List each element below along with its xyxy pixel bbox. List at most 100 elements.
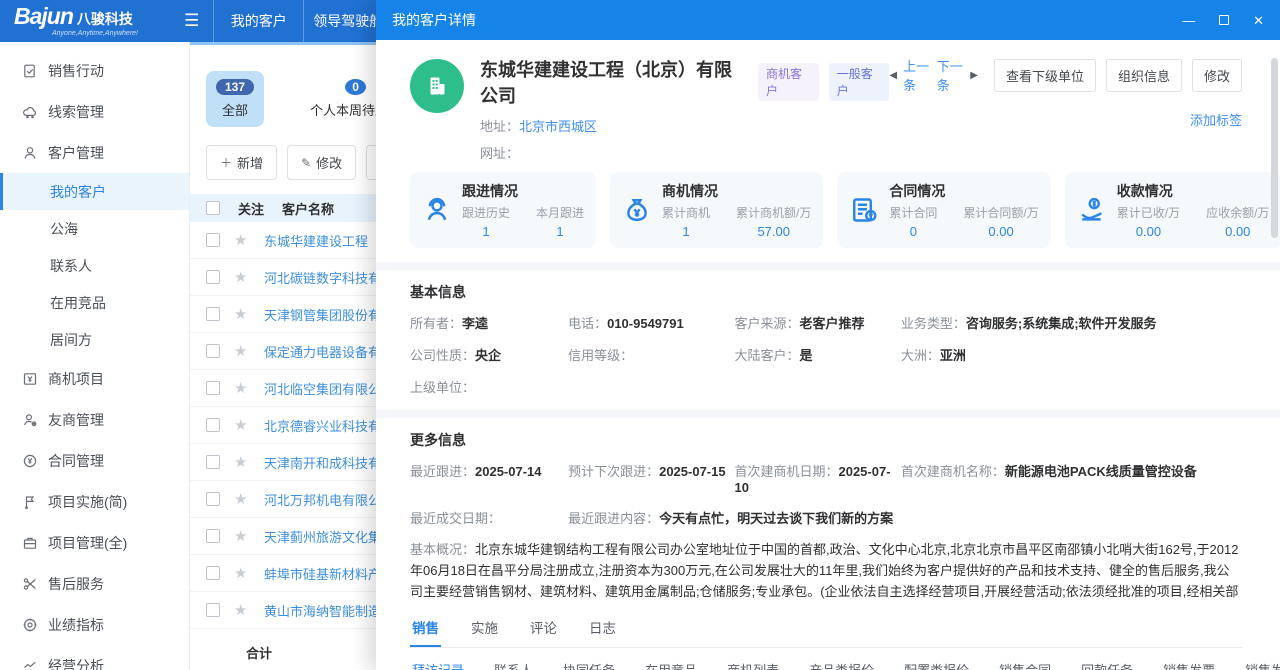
subtab-config-quotes[interactable]: 配置类报价 <box>902 650 971 670</box>
subtab-opportunity-list[interactable]: 商机列表 <box>725 650 781 670</box>
list-toolbar: ＋新增 ✎修改 ✕删除 <box>190 127 376 180</box>
sidebar-subitem-intermediary[interactable]: 居间方 <box>0 321 189 358</box>
last-followup-content-value: 今天有点忙，明天过去谈下我们新的方案 <box>659 511 893 526</box>
sidebar-subitem-public-pool[interactable]: 公海 <box>0 210 189 247</box>
sidebar-item-after-sales[interactable]: 售后服务 <box>0 563 189 604</box>
maximize-icon[interactable] <box>1219 15 1229 25</box>
minimize-icon[interactable]: — <box>1182 14 1195 27</box>
list-total-label: 合计 <box>190 629 376 662</box>
panel-scrollbar[interactable] <box>1271 46 1278 666</box>
subtab-competitors[interactable]: 在用竞品 <box>643 650 699 670</box>
headset-person-icon <box>422 195 452 225</box>
row-checkbox[interactable] <box>206 344 220 358</box>
row-checkbox[interactable] <box>206 603 220 617</box>
tab-sales[interactable]: 销售 <box>410 611 441 647</box>
row-checkbox[interactable] <box>206 566 220 580</box>
subtab-sales-invoices[interactable]: 销售发票 <box>1161 650 1217 670</box>
filter-week-followup[interactable]: 0 个人本周待跟进 <box>300 71 376 127</box>
tab-comments[interactable]: 评论 <box>528 611 559 647</box>
subtab-payment-tasks[interactable]: 回款任务 <box>1079 650 1135 670</box>
sidebar-subitem-competitors[interactable]: 在用竞品 <box>0 284 189 321</box>
sidebar-item-project-impl[interactable]: 项目实施(简) <box>0 481 189 522</box>
top-tabs: 我的客户 领导驾驶舱 <box>213 0 393 42</box>
table-row[interactable]: ★天津南开和成科技有 <box>190 444 376 481</box>
modify-button[interactable]: 修改 <box>1192 59 1242 92</box>
subtab-collab-tasks[interactable]: 协同任务 <box>561 650 617 670</box>
subtab-contacts[interactable]: 联系人 <box>492 650 535 670</box>
row-checkbox[interactable] <box>206 418 220 432</box>
add-tag-link[interactable]: 添加标签 <box>889 110 1242 129</box>
badge-opportunity-customer: 商机客户 <box>758 63 819 101</box>
table-row[interactable]: ★黄山市海纳智能制造 <box>190 592 376 629</box>
address-link[interactable]: 北京市西城区 <box>519 119 597 134</box>
next-arrow-icon[interactable]: ▶ <box>970 70 978 81</box>
sidebar-item-project-mgmt[interactable]: 项目管理(全) <box>0 522 189 563</box>
list-filters: 137 全部 0 个人本周待跟进 <box>190 45 376 127</box>
badge-normal-customer: 一般客户 <box>829 63 890 101</box>
sidebar-item-partner-mgmt[interactable]: 友商管理 <box>0 399 189 440</box>
close-icon[interactable]: ✕ <box>1253 14 1264 27</box>
sidebar-item-leads[interactable]: 线索管理 <box>0 91 189 132</box>
table-row[interactable]: ★河北碳链数字科技有 <box>190 259 376 296</box>
star-icon[interactable]: ★ <box>234 379 250 397</box>
star-icon[interactable]: ★ <box>234 601 250 619</box>
add-button[interactable]: ＋新增 <box>206 145 277 180</box>
star-icon[interactable]: ★ <box>234 527 250 545</box>
sales-subtabs: 拜访记录 联系人 协同任务 在用竞品 商机列表 产品类报价 配置类报价 销售合同… <box>410 650 1242 670</box>
delete-button[interactable]: ✕删除 <box>366 145 376 180</box>
tools-icon <box>22 576 38 592</box>
row-checkbox[interactable] <box>206 233 220 247</box>
row-checkbox[interactable] <box>206 381 220 395</box>
view-subunits-button[interactable]: 查看下级单位 <box>994 59 1096 92</box>
select-all-checkbox[interactable] <box>206 201 220 215</box>
table-row[interactable]: ★保定通力电器设备有 <box>190 333 376 370</box>
row-checkbox[interactable] <box>206 529 220 543</box>
scrollbar-thumb[interactable] <box>1271 58 1278 238</box>
star-icon[interactable]: ★ <box>234 268 250 286</box>
edit-button[interactable]: ✎修改 <box>287 145 356 180</box>
row-checkbox[interactable] <box>206 492 220 506</box>
star-icon[interactable]: ★ <box>234 564 250 582</box>
filter-all[interactable]: 137 全部 <box>206 71 264 127</box>
table-row[interactable]: ★河北临空集团有限公 <box>190 370 376 407</box>
sidebar-subitem-my-customers[interactable]: 我的客户 <box>0 173 189 210</box>
table-row[interactable]: ★北京德睿兴业科技有 <box>190 407 376 444</box>
table-row[interactable]: ★河北万邦机电有限公 <box>190 481 376 518</box>
subtab-sales-contracts[interactable]: 销售合同 <box>997 650 1053 670</box>
star-icon[interactable]: ★ <box>234 305 250 323</box>
tab-implementation[interactable]: 实施 <box>469 611 500 647</box>
sidebar-item-business-analysis[interactable]: 经营分析 <box>0 645 189 670</box>
sidebar-item-opportunity[interactable]: 商机项目 <box>0 358 189 399</box>
star-icon[interactable]: ★ <box>234 231 250 249</box>
tab-logs[interactable]: 日志 <box>587 611 618 647</box>
row-checkbox[interactable] <box>206 270 220 284</box>
table-row[interactable]: ★天津蓟州旅游文化集 <box>190 518 376 555</box>
table-row[interactable]: ★东城华建建设工程（ <box>190 222 376 259</box>
top-tab-my-customers[interactable]: 我的客户 <box>213 0 303 42</box>
row-checkbox[interactable] <box>206 455 220 469</box>
company-name: 东城华建建设工程（北京）有限公司 <box>480 56 748 108</box>
table-row[interactable]: ★天津钢管集团股份有 <box>190 296 376 333</box>
star-icon[interactable]: ★ <box>234 490 250 508</box>
next-record-link[interactable]: 下一条 <box>937 56 965 94</box>
star-icon[interactable]: ★ <box>234 453 250 471</box>
prev-record-link[interactable]: 上一条 <box>903 56 931 94</box>
sidebar-subitem-contacts[interactable]: 联系人 <box>0 247 189 284</box>
count-badge: 137 <box>216 79 254 95</box>
subtab-visit-records[interactable]: 拜访记录 <box>410 650 466 670</box>
star-icon[interactable]: ★ <box>234 342 250 360</box>
money-bag-icon <box>622 195 652 225</box>
customer-rows: ★东城华建建设工程（ ★河北碳链数字科技有 ★天津钢管集团股份有 ★保定通力电器… <box>190 222 376 629</box>
sidebar-item-customer-mgmt[interactable]: 客户管理 <box>0 132 189 173</box>
sidebar-nav: 销售行动 线索管理 客户管理 我的客户 公海 联系人 在用竞品 居间方 商机项目 <box>0 42 190 670</box>
sidebar-item-sales-action[interactable]: 销售行动 <box>0 50 189 91</box>
table-row[interactable]: ★蚌埠市硅基新材料产 <box>190 555 376 592</box>
hamburger-icon[interactable]: ☰ <box>182 11 213 31</box>
sidebar-item-kpi[interactable]: 业绩指标 <box>0 604 189 645</box>
org-info-button[interactable]: 组织信息 <box>1106 59 1182 92</box>
prev-arrow-icon[interactable]: ◀ <box>889 70 897 81</box>
subtab-product-quotes[interactable]: 产品类报价 <box>807 650 876 670</box>
row-checkbox[interactable] <box>206 307 220 321</box>
star-icon[interactable]: ★ <box>234 416 250 434</box>
sidebar-item-contract-mgmt[interactable]: 合同管理 <box>0 440 189 481</box>
